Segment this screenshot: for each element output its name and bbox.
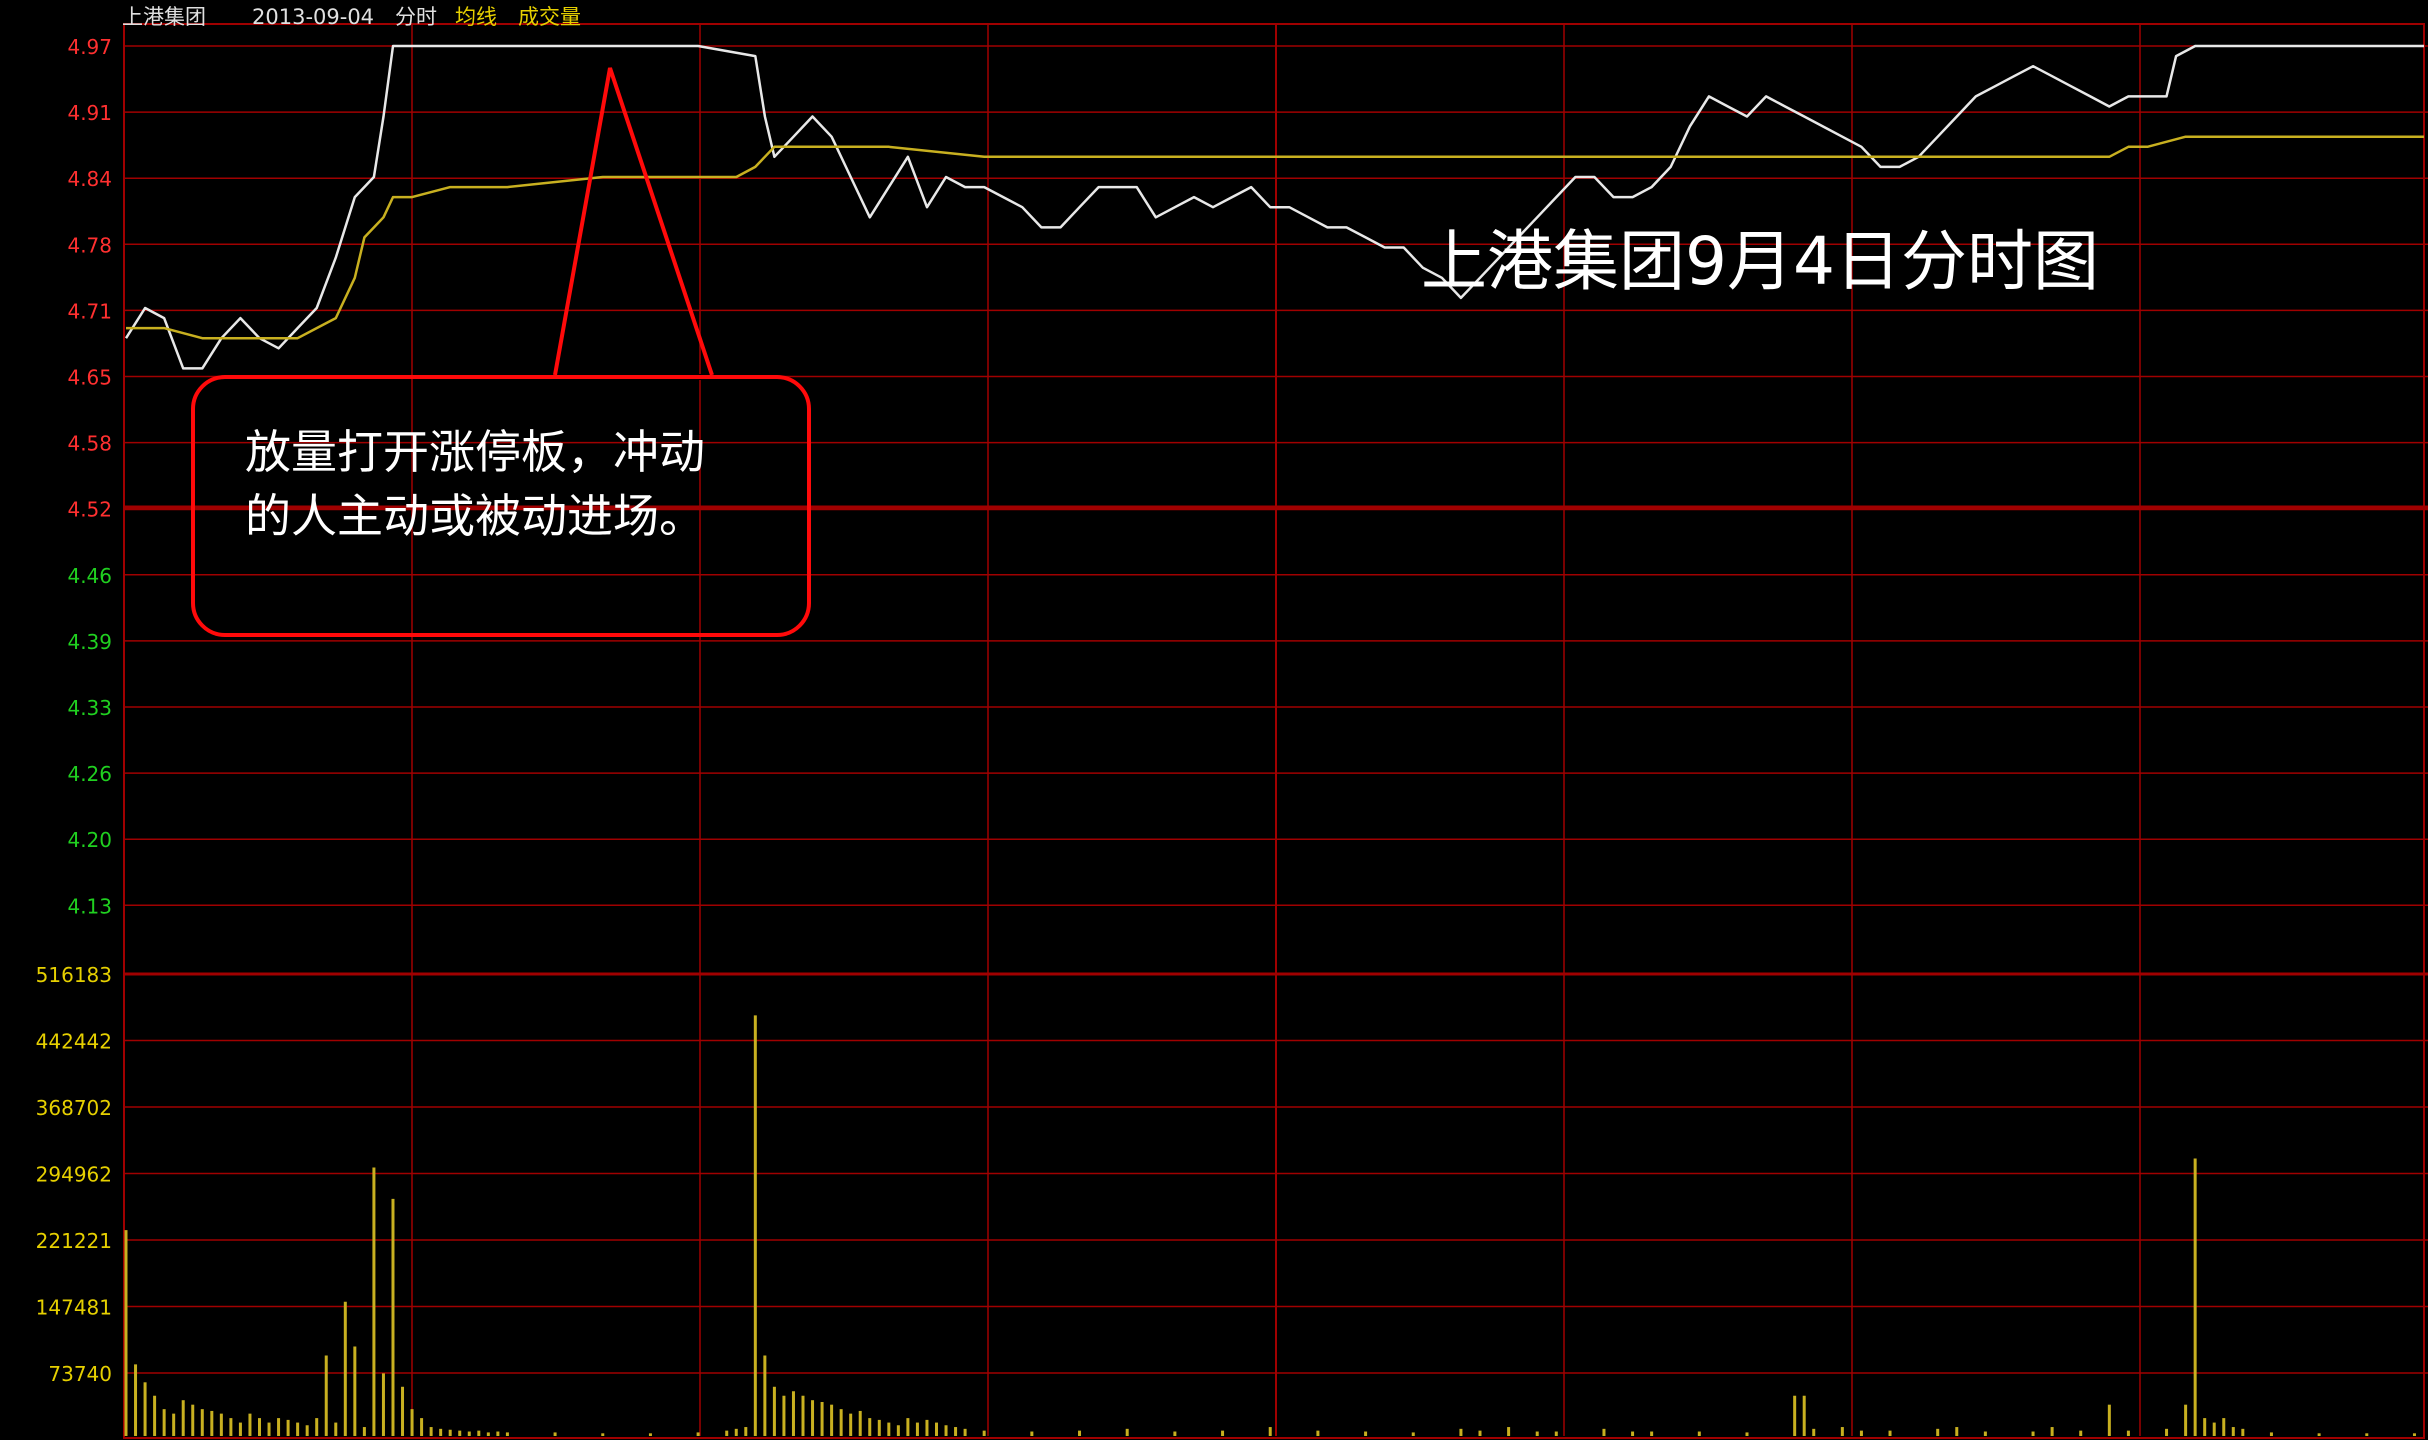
price-tick-label: 4.20 xyxy=(67,828,112,852)
volume-tick-label: 294962 xyxy=(36,1163,112,1187)
price-tick-label: 4.46 xyxy=(67,564,112,588)
chart-title: 上港集团9月4日分时图 xyxy=(1421,223,2099,300)
annotation-line-2: 的人主动或被动进场。 xyxy=(245,489,705,543)
price-tick-label: 4.84 xyxy=(67,167,112,191)
volume-tick-label: 442442 xyxy=(36,1030,112,1054)
price-tick-label: 4.91 xyxy=(67,101,112,125)
price-tick-label: 4.13 xyxy=(67,894,112,918)
intraday-chart: 4.97 4.91 4.84 4.78 4.71 4.65 4.58 4.52 4.46 4.39… xyxy=(36,23,2428,1439)
view-label: 分时 xyxy=(395,5,437,29)
volume-tick-label: 368702 xyxy=(36,1096,112,1120)
price-tick-label: 4.26 xyxy=(67,762,112,786)
volume-label: 成交量 xyxy=(518,5,581,29)
price-tick-label: 4.78 xyxy=(67,233,112,257)
price-tick-label: 4.71 xyxy=(67,299,112,323)
volume-tick-label: 516183 xyxy=(36,963,112,987)
volume-tick-label: 73740 xyxy=(48,1362,112,1386)
price-tick-label: 4.58 xyxy=(67,432,112,456)
stock-name: 上港集团 xyxy=(122,5,206,29)
volume-tick-label: 221221 xyxy=(36,1229,112,1253)
chart-date: 2013-09-04 xyxy=(252,5,375,29)
price-tick-label: 4.39 xyxy=(67,630,112,654)
annotation-pointer xyxy=(553,67,714,376)
price-tick-label: 4.65 xyxy=(67,366,112,390)
price-tick-label: 4.33 xyxy=(67,696,112,720)
price-tick-label: 4.97 xyxy=(67,35,112,59)
avg-line-label: 均线 xyxy=(455,5,497,29)
volume-tick-label: 147481 xyxy=(36,1296,112,1320)
annotation-line-1: 放量打开涨停板，冲动 xyxy=(245,425,705,479)
price-tick-label: 4.52 xyxy=(67,498,112,522)
annotation-text: 放量打开涨停板，冲动 的人主动或被动进场。 xyxy=(245,420,805,548)
